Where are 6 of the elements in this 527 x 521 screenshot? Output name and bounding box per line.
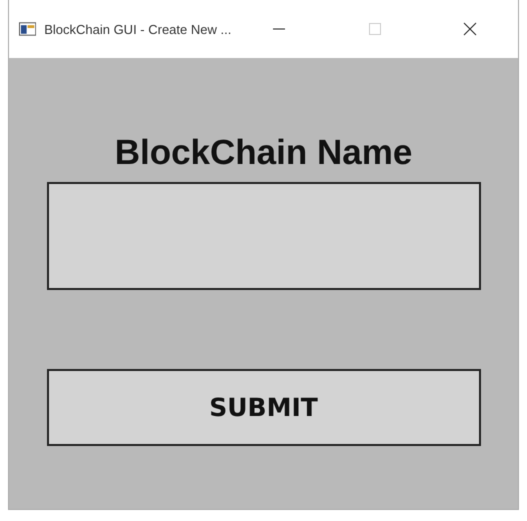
submit-button[interactable]: SUBMIT [46,369,480,446]
heading: BlockChain Name [114,132,412,174]
name-field[interactable] [46,182,480,290]
window-title: BlockChain GUI - Create New ... [44,22,232,36]
close-icon[interactable] [463,22,478,36]
app-icon [19,22,36,36]
